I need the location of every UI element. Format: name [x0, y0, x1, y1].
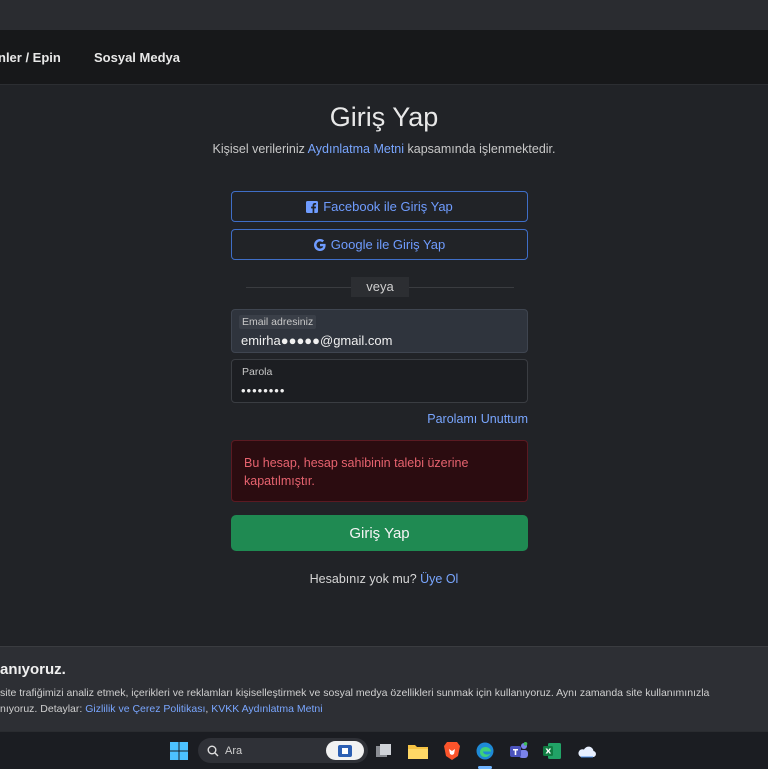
windows-taskbar: Ara — [0, 731, 768, 769]
cookie-banner-text: site trafiğimizi analiz etmek, içerikler… — [0, 685, 766, 717]
subtitle-text-post: kapsamında işlenmektedir. — [404, 142, 556, 156]
cookie-banner: anıyoruz. site trafiğimizi analiz etmek,… — [0, 646, 768, 731]
password-field-label: Parola — [242, 366, 273, 378]
kvkk-notice-link[interactable]: KVKK Aydınlatma Metni — [211, 703, 322, 715]
taskbar-search-box[interactable]: Ara — [198, 738, 368, 763]
teams-icon[interactable] — [508, 740, 530, 762]
search-highlight-icon — [326, 741, 364, 760]
email-field-label: Email adresiniz — [239, 315, 317, 329]
divider-line-right — [409, 287, 514, 288]
brave-browser-icon[interactable] — [441, 740, 463, 762]
privacy-cookie-policy-link[interactable]: Gizlilik ve Çerez Politikası — [85, 703, 205, 715]
forgot-password-link[interactable]: Parolamı Unuttum — [427, 412, 528, 426]
facebook-login-button[interactable]: Facebook ile Giriş Yap — [231, 191, 528, 222]
cookie-text-line1: site trafiğimizi analiz etmek, içerikler… — [0, 687, 710, 699]
email-field-value[interactable]: emirha●●●●●@gmail.com — [241, 333, 392, 348]
error-alert: Bu hesap, hesap sahibinin talebi üzerine… — [231, 440, 528, 502]
excel-icon[interactable] — [541, 740, 563, 762]
onedrive-icon[interactable] — [575, 740, 597, 762]
google-login-label: Google ile Giriş Yap — [330, 237, 446, 252]
cookie-text-line2-pre: nıyoruz. Detaylar: — [0, 703, 86, 715]
edge-browser-icon[interactable] — [474, 740, 496, 762]
email-field[interactable]: Email adresiniz emirha●●●●●@gmail.com — [231, 309, 528, 353]
signup-prompt: Hesabınız yok mu? Üye Ol — [0, 572, 768, 586]
browser-top-strip — [0, 0, 768, 30]
signup-text: Hesabınız yok mu? — [309, 572, 421, 586]
or-divider: veya — [351, 277, 409, 297]
login-submit-button[interactable]: Giriş Yap — [231, 515, 528, 551]
password-field[interactable]: Parola •••••••• — [231, 359, 528, 403]
search-icon — [207, 745, 219, 757]
file-explorer-icon[interactable] — [407, 740, 429, 762]
cookie-text-line2: nıyoruz. Detaylar: Gizlilik ve Çerez Pol… — [0, 701, 766, 717]
search-placeholder: Ara — [225, 744, 243, 757]
privacy-notice-link[interactable]: Aydınlatma Metni — [308, 142, 404, 156]
cookie-banner-title: anıyoruz. — [0, 661, 66, 678]
signup-link[interactable]: Üye Ol — [420, 572, 458, 586]
divider-line-left — [246, 287, 351, 288]
task-view-icon[interactable] — [373, 740, 395, 762]
facebook-icon — [306, 200, 319, 213]
facebook-login-label: Facebook ile Giriş Yap — [323, 199, 453, 214]
password-field-value[interactable]: •••••••• — [241, 383, 285, 398]
page-title: Giriş Yap — [329, 102, 439, 132]
privacy-subtitle: Kişisel verileriniz Aydınlatma Metni kap… — [0, 142, 768, 156]
nav-item-sosyal-medya[interactable]: Sosyal Medya — [94, 50, 180, 65]
google-icon — [313, 238, 326, 251]
subtitle-text-pre: Kişisel verileriniz — [212, 142, 308, 156]
windows-start-icon[interactable] — [168, 740, 190, 762]
google-login-button[interactable]: Google ile Giriş Yap — [231, 229, 528, 260]
site-navbar: nler / Epin Sosyal Medya — [0, 30, 768, 85]
nav-item-epin[interactable]: nler / Epin — [0, 50, 61, 65]
